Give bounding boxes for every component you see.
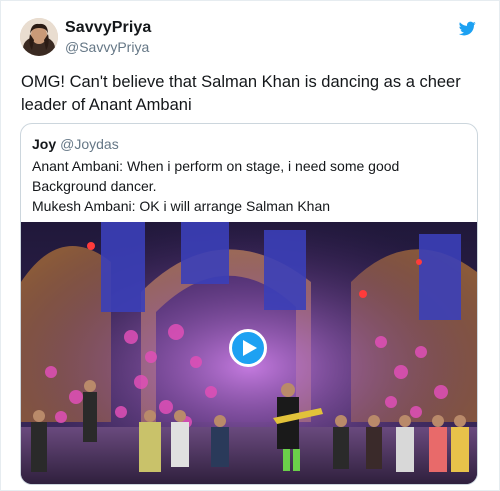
- tweet-text: OMG! Can't believe that Salman Khan is d…: [21, 71, 481, 117]
- avatar[interactable]: [20, 18, 58, 56]
- user-handle[interactable]: @SavvyPriya: [65, 39, 149, 55]
- play-button[interactable]: [229, 329, 267, 367]
- twitter-bird-icon[interactable]: [458, 20, 476, 37]
- quoted-tweet-text: Anant Ambani: When i perform on stage, i…: [32, 156, 462, 216]
- tweet-text-line: leader of Anant Ambani: [21, 96, 192, 114]
- video-thumbnail[interactable]: [21, 222, 477, 484]
- tweet-text-line: OMG! Can't believe that Salman Khan is d…: [21, 73, 461, 91]
- tweet-card: SavvyPriya @SavvyPriya OMG! Can't believ…: [0, 0, 500, 491]
- play-icon: [243, 340, 257, 356]
- quoted-user-handle: @Joydas: [60, 136, 119, 152]
- tweet-header: SavvyPriya @SavvyPriya: [20, 16, 482, 58]
- quoted-tweet-header: Joy @Joydas: [32, 136, 119, 152]
- quoted-tweet[interactable]: Joy @Joydas Anant Ambani: When i perform …: [20, 123, 478, 485]
- quoted-display-name: Joy: [32, 136, 57, 152]
- quoted-text-line: Background dancer.: [32, 178, 157, 194]
- quoted-text-line: Anant Ambani: When i perform on stage, i…: [32, 158, 400, 174]
- quoted-text-line: Mukesh Ambani: OK i will arrange Salman …: [32, 198, 331, 214]
- display-name[interactable]: SavvyPriya: [65, 19, 151, 37]
